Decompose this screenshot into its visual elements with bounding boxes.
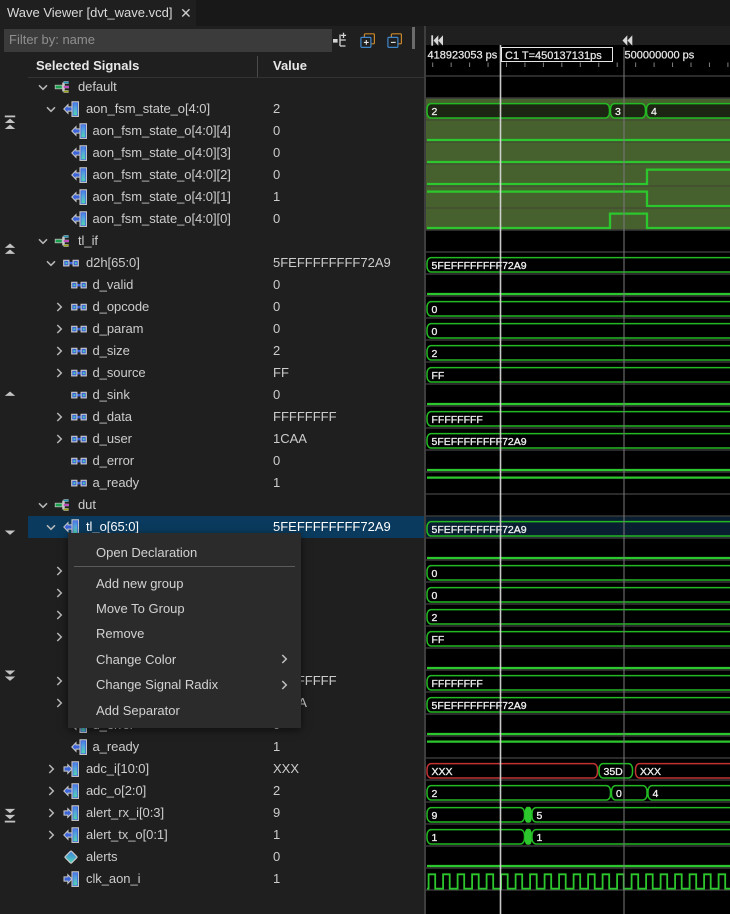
svg-text:0: 0	[432, 326, 438, 338]
svg-text:FF: FF	[432, 634, 445, 646]
svg-text:35D: 35D	[604, 766, 624, 778]
svg-text:FF: FF	[432, 370, 445, 382]
svg-text:418923053 ps: 418923053 ps	[428, 50, 498, 62]
svg-text:4: 4	[651, 106, 657, 118]
svg-text:FFFFFFFF: FFFFFFFF	[432, 678, 483, 690]
svg-text:500000000 ps: 500000000 ps	[625, 50, 695, 62]
svg-text:0: 0	[616, 788, 622, 800]
svg-text:2: 2	[432, 612, 438, 624]
svg-text:2: 2	[432, 348, 438, 360]
svg-text:5: 5	[537, 810, 543, 822]
svg-text:0: 0	[432, 304, 438, 316]
svg-text:9: 9	[432, 810, 438, 822]
svg-text:5FEFFFFFFFF72A9: 5FEFFFFFFFF72A9	[432, 436, 527, 448]
svg-text:5FEFFFFFFFF72A9: 5FEFFFFFFFF72A9	[432, 700, 527, 712]
svg-text:1: 1	[537, 832, 543, 844]
svg-text:2: 2	[432, 788, 438, 800]
svg-text:0: 0	[432, 568, 438, 580]
svg-text:FFFFFFFF: FFFFFFFF	[432, 414, 483, 426]
svg-text:4: 4	[653, 788, 659, 800]
svg-text:0: 0	[432, 590, 438, 602]
svg-text:3: 3	[615, 106, 621, 118]
svg-text:XXX: XXX	[640, 766, 661, 778]
svg-text:C1 T=450137131ps: C1 T=450137131ps	[505, 50, 602, 62]
svg-text:XXX: XXX	[432, 766, 453, 778]
svg-text:5FEFFFFFFFF72A9: 5FEFFFFFFFF72A9	[432, 524, 527, 536]
svg-text:1: 1	[432, 832, 438, 844]
svg-text:2: 2	[432, 106, 438, 118]
svg-text:5FEFFFFFFFF72A9: 5FEFFFFFFFF72A9	[432, 260, 527, 272]
